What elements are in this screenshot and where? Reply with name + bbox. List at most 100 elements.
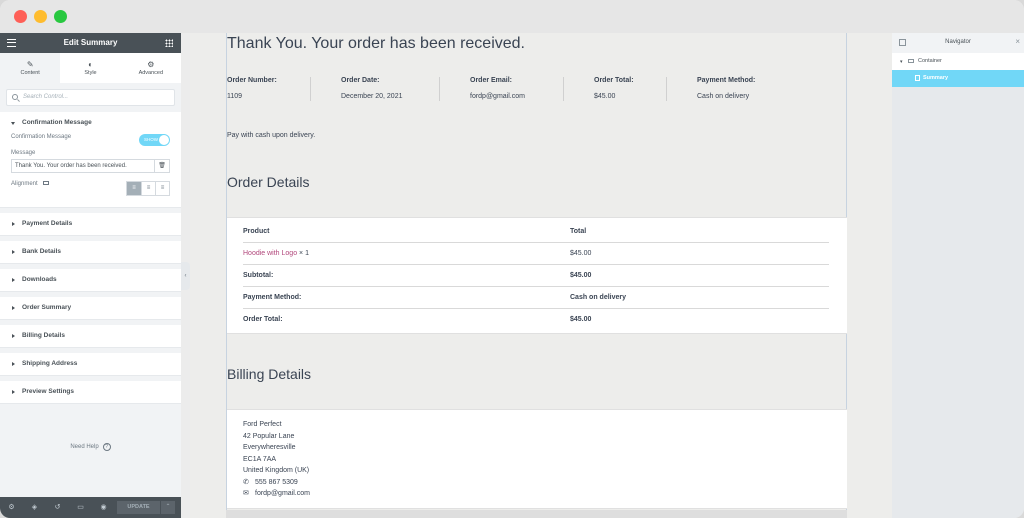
billing-city: Everywheresville (243, 444, 296, 451)
table-header: Product Total (243, 221, 829, 243)
section-downloads: Downloads (0, 269, 181, 292)
align-right-icon[interactable]: ≡ (155, 182, 169, 195)
section-header[interactable]: Billing Details (0, 325, 181, 347)
table-row: Hoodie with Logo × 1 $45.00 (243, 243, 829, 265)
row-value: Cash on delivery (570, 294, 627, 301)
overview-label: Payment Method: (697, 77, 756, 84)
close-window-button[interactable] (14, 10, 27, 23)
overview-value: 1109 (227, 93, 243, 100)
column-header-product: Product (243, 228, 270, 235)
history-icon[interactable]: ↺ (54, 504, 61, 511)
product-link[interactable]: Hoodie with Logo (243, 250, 297, 257)
overview-label: Order Email: (470, 77, 513, 84)
table-row: Subtotal: $45.00 (243, 265, 829, 287)
search-control-input[interactable]: Search Control... (6, 89, 175, 106)
navigator-header: Navigator × (892, 33, 1024, 53)
row-value: $45.00 (570, 316, 592, 323)
gear-icon: ⚙ (147, 60, 155, 69)
confirmation-toggle[interactable]: SHOW (139, 134, 170, 146)
section-confirmation-message: Confirmation Message Confirmation Messag… (0, 112, 181, 208)
section-payment-details: Payment Details (0, 213, 181, 236)
tab-style[interactable]: ◐ Style (60, 53, 120, 83)
row-label: Payment Method: (243, 294, 302, 301)
trash-icon[interactable]: 🗑 (154, 160, 169, 172)
order-details-heading: Order Details (227, 174, 310, 190)
panel-footer: ⚙ ◈ ↺ ▭ ◉ UPDATE ⌃ (0, 497, 181, 518)
toggle-knob (159, 135, 169, 145)
product-total: $45.00 (570, 250, 592, 257)
billing-postcode: EC1A 7AA (243, 455, 277, 463)
responsive-icon[interactable]: ▭ (77, 504, 84, 511)
app-window: Edit Summary ✎ Content ◐ Style ⚙ Advance… (0, 0, 1024, 518)
billing-street: 42 Popular Lane (243, 432, 295, 440)
close-icon[interactable]: × (1015, 37, 1020, 46)
section-header[interactable]: Order Summary (0, 297, 181, 319)
alignment-control: ≡ ≡ ≡ (126, 181, 170, 196)
panel-header: Edit Summary (0, 33, 181, 53)
section-header[interactable]: Preview Settings (0, 381, 181, 403)
tab-content[interactable]: ✎ Content (0, 53, 61, 83)
editor-panel: Edit Summary ✎ Content ◐ Style ⚙ Advance… (0, 33, 181, 518)
panel-title: Edit Summary (63, 38, 118, 47)
align-left-icon[interactable]: ≡ (127, 182, 141, 195)
tab-advanced[interactable]: ⚙ Advanced (121, 53, 181, 83)
column-header-total: Total (570, 228, 587, 235)
message-field[interactable]: Thank You. Your order has been received.… (11, 159, 170, 173)
collapse-panel-handle[interactable]: ‹ (181, 262, 190, 290)
overview-order-email: Order Email: fordp@gmail.com (470, 77, 525, 100)
billing-name: Ford Perfect (243, 421, 282, 428)
section-header[interactable]: Bank Details (0, 241, 181, 263)
tab-label: Content (20, 70, 40, 76)
section-preview-settings: Preview Settings (0, 381, 181, 404)
section-header[interactable]: Downloads (0, 269, 181, 291)
navigator-title: Navigator (945, 39, 971, 45)
widget-icon (915, 75, 920, 81)
pencil-icon: ✎ (26, 60, 34, 69)
search-placeholder: Search Control... (23, 94, 69, 100)
navigator-item-label: Container (918, 58, 942, 64)
overview-value: fordp@gmail.com (470, 93, 525, 100)
caret-down-icon[interactable]: ▾ (900, 59, 903, 65)
maximize-window-button[interactable] (54, 10, 67, 23)
overview-payment-method: Payment Method: Cash on delivery (697, 77, 755, 100)
half-circle-icon: ◐ (88, 60, 93, 69)
update-button[interactable]: UPDATE (117, 501, 160, 514)
section-header-confirmation[interactable]: Confirmation Message (0, 112, 181, 134)
align-center-icon[interactable]: ≡ (141, 182, 155, 195)
navigator-item-summary[interactable]: Summary (892, 70, 1024, 87)
row-label: Order Total: (243, 316, 283, 323)
search-icon (12, 94, 18, 100)
table-row: Payment Method: Cash on delivery (243, 287, 829, 309)
section-header[interactable]: Payment Details (0, 213, 181, 235)
preview-eye-icon[interactable]: ◉ (100, 504, 107, 511)
billing-address-card: Ford Perfect 42 Popular Lane Everywheres… (227, 409, 847, 509)
container-icon (908, 59, 914, 63)
chevron-up-icon[interactable]: ⌃ (161, 501, 175, 514)
layers-icon[interactable]: ◈ (31, 504, 38, 511)
title-bar (0, 0, 1024, 33)
product-qty: × 1 (299, 250, 309, 257)
widgets-grid-icon[interactable] (165, 39, 173, 47)
need-help-link[interactable]: Need Help? (0, 443, 181, 451)
settings-icon[interactable]: ⚙ (8, 504, 15, 511)
overview-value: December 20, 2021 (341, 93, 403, 100)
section-shipping-address: Shipping Address (0, 353, 181, 376)
question-icon: ? (102, 443, 111, 451)
thank-you-heading: Thank You. Your order has been received. (227, 35, 525, 52)
table-row: Order Total: $45.00 (243, 309, 829, 331)
overview-label: Order Total: (594, 77, 634, 84)
monitor-icon[interactable] (43, 181, 50, 186)
billing-phone: 555 867 5309 (255, 478, 298, 486)
payment-note: Pay with cash upon delivery. (227, 132, 316, 139)
overview-value: $45.00 (594, 93, 616, 100)
panel-tabs: ✎ Content ◐ Style ⚙ Advanced (0, 53, 181, 83)
order-details-table: Product Total Hoodie with Logo × 1 $45.0… (227, 217, 847, 334)
canvas-bottom-strip (226, 510, 847, 518)
phone-icon: ✆ (243, 478, 249, 486)
expand-all-icon[interactable] (899, 39, 906, 46)
section-header[interactable]: Shipping Address (0, 353, 181, 375)
minimize-window-button[interactable] (34, 10, 47, 23)
row-value: $45.00 (570, 272, 592, 279)
navigator-item-container[interactable]: ▾ Container (892, 53, 1024, 70)
alignment-label: Alignment (11, 181, 38, 187)
